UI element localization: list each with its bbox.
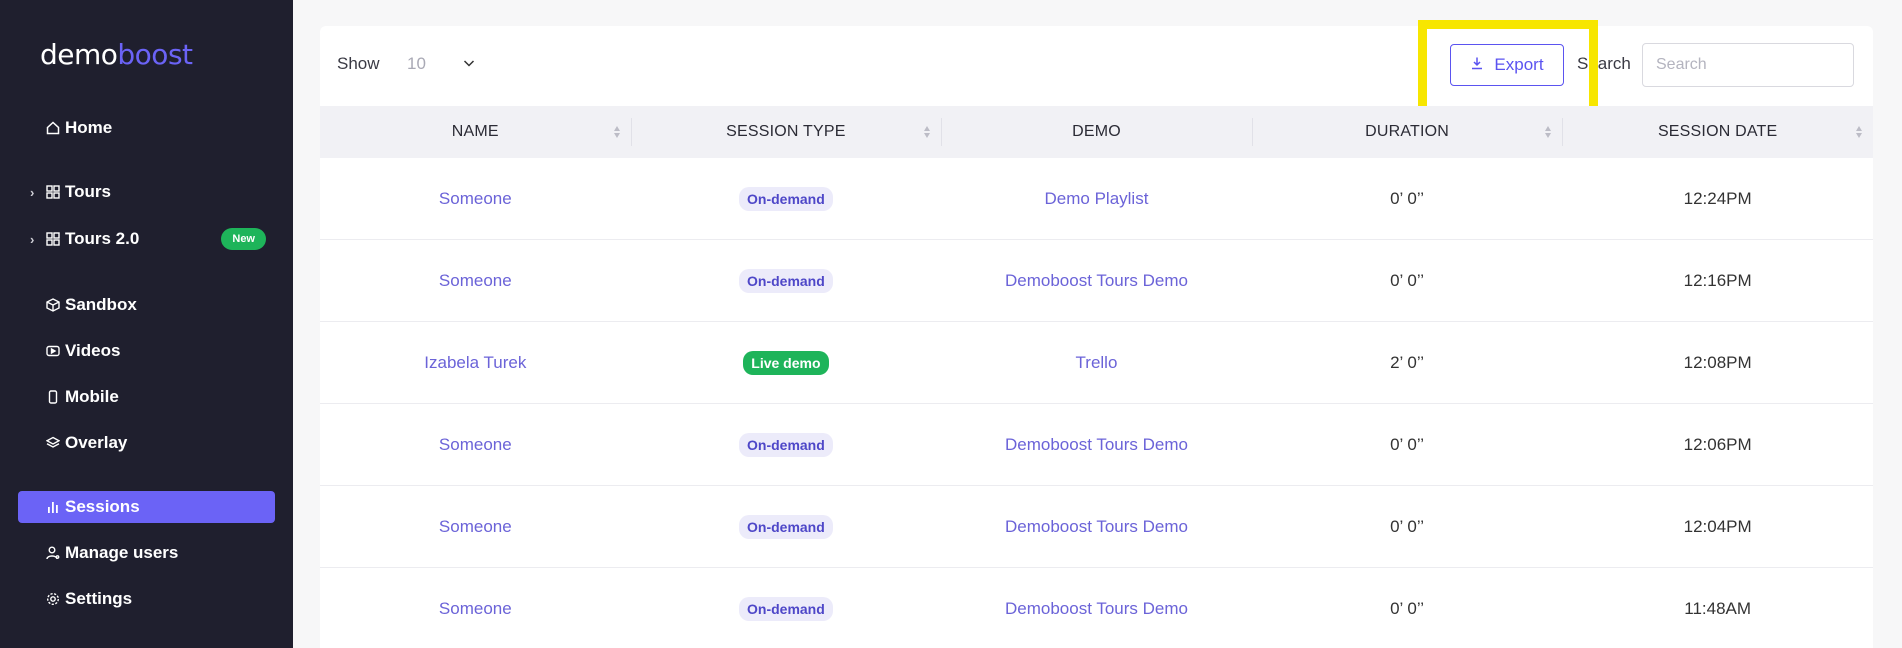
- session-date-cell: 12:24PM: [1683, 188, 1752, 208]
- session-name-link[interactable]: Someone: [320, 486, 631, 567]
- session-name-link[interactable]: Someone: [320, 568, 631, 648]
- sidebar-item-settings[interactable]: Settings: [18, 583, 275, 615]
- table-row[interactable]: Someone On-demand Demoboost Tours Demo 0…: [320, 404, 1873, 486]
- duration-cell: 0’ 0’’: [1390, 516, 1425, 536]
- column-header-demo: DEMO: [941, 106, 1252, 158]
- sidebar-item-label: Home: [65, 118, 113, 137]
- chevron-right-icon: ›: [30, 184, 35, 200]
- session-type-badge: On-demand: [739, 514, 833, 539]
- table-row[interactable]: Someone On-demand Demoboost Tours Demo 0…: [320, 486, 1873, 568]
- session-name-link[interactable]: Izabela Turek: [320, 322, 631, 403]
- table-row[interactable]: Someone On-demand Demo Playlist 0’ 0’’ 1…: [320, 158, 1873, 240]
- demo-link[interactable]: Demoboost Tours Demo: [941, 404, 1252, 485]
- demoboost-logo[interactable]: demoboost: [40, 38, 193, 71]
- cube-icon: [45, 297, 61, 313]
- table-row[interactable]: Someone On-demand Demoboost Tours Demo 0…: [320, 568, 1873, 648]
- chevron-right-icon: ›: [30, 231, 35, 247]
- sidebar-item-label: Manage users: [65, 543, 179, 562]
- session-date-cell: 11:48AM: [1684, 598, 1752, 618]
- search-input[interactable]: [1642, 43, 1854, 87]
- duration-cell: 0’ 0’’: [1390, 270, 1425, 290]
- bar-chart-icon: [45, 499, 61, 515]
- session-name-link[interactable]: Someone: [320, 158, 631, 239]
- sidebar-item-sessions[interactable]: Sessions: [18, 491, 275, 523]
- table-row[interactable]: Izabela Turek Live demo Trello 2’ 0’’ 12…: [320, 322, 1873, 404]
- sidebar-item-label: Tours 2.0: [65, 229, 140, 248]
- duration-cell: 0’ 0’’: [1390, 188, 1425, 208]
- demo-link[interactable]: Demoboost Tours Demo: [941, 568, 1252, 648]
- table-header: NAME SESSION TYPE DEMO DURATION SESSION …: [320, 106, 1873, 158]
- session-date-cell: 12:16PM: [1683, 270, 1752, 290]
- demo-link[interactable]: Demoboost Tours Demo: [941, 240, 1252, 321]
- home-icon: [45, 120, 61, 136]
- sidebar-item-label: Sandbox: [65, 295, 137, 314]
- sessions-card: Show 10 Export Search NAME SESSION TYPE …: [320, 20, 1873, 648]
- session-type-badge: Live demo: [743, 350, 829, 375]
- grid-icon: [45, 231, 61, 247]
- duration-cell: 2’ 0’’: [1390, 352, 1425, 372]
- session-date-cell: 12:04PM: [1683, 516, 1752, 536]
- session-name-link[interactable]: Someone: [320, 240, 631, 321]
- session-type-badge: On-demand: [739, 186, 833, 211]
- sidebar-item-label: Mobile: [65, 387, 119, 406]
- sidebar-item-tours-2[interactable]: › Tours 2.0 New: [18, 223, 275, 255]
- mobile-icon: [45, 389, 61, 405]
- layers-icon: [45, 435, 61, 451]
- column-header-duration[interactable]: DURATION: [1251, 106, 1563, 158]
- sidebar-item-overlay[interactable]: Overlay: [18, 427, 275, 459]
- show-label: Show: [337, 54, 380, 73]
- sidebar-item-sandbox[interactable]: Sandbox: [18, 289, 275, 321]
- sort-icon[interactable]: [1855, 123, 1863, 141]
- gear-icon: [45, 591, 61, 607]
- duration-cell: 0’ 0’’: [1390, 434, 1425, 454]
- column-header-session-type[interactable]: SESSION TYPE: [630, 106, 942, 158]
- chevron-down-icon: [462, 55, 476, 75]
- video-icon: [45, 343, 61, 359]
- sidebar: demoboost Home › Tours › Tours 2.0 New S…: [0, 0, 293, 648]
- sort-icon[interactable]: [613, 123, 621, 141]
- sidebar-item-home[interactable]: Home: [18, 112, 275, 144]
- table-row[interactable]: Someone On-demand Demoboost Tours Demo 0…: [320, 240, 1873, 322]
- sidebar-item-manage-users[interactable]: Manage users: [18, 537, 275, 569]
- session-name-link[interactable]: Someone: [320, 404, 631, 485]
- new-badge: New: [221, 228, 266, 250]
- session-date-cell: 12:06PM: [1683, 434, 1752, 454]
- sort-icon[interactable]: [923, 123, 931, 141]
- demo-link[interactable]: Demo Playlist: [941, 158, 1252, 239]
- demo-link[interactable]: Demoboost Tours Demo: [941, 486, 1252, 567]
- demo-link[interactable]: Trello: [941, 322, 1252, 403]
- highlight-box: [1418, 20, 1598, 115]
- column-header-session-date[interactable]: SESSION DATE: [1562, 106, 1873, 158]
- page-size-value: 10: [407, 54, 426, 73]
- session-type-badge: On-demand: [739, 596, 833, 621]
- session-type-badge: On-demand: [739, 268, 833, 293]
- duration-cell: 0’ 0’’: [1390, 598, 1425, 618]
- session-date-cell: 12:08PM: [1683, 352, 1752, 372]
- sidebar-item-label: Tours: [65, 182, 111, 201]
- sidebar-item-label: Videos: [65, 341, 121, 360]
- sidebar-item-label: Overlay: [65, 433, 128, 452]
- table-body: Someone On-demand Demo Playlist 0’ 0’’ 1…: [320, 158, 1873, 648]
- user-gear-icon: [45, 545, 61, 561]
- sidebar-item-label: Settings: [65, 589, 133, 608]
- sidebar-item-tours[interactable]: › Tours: [18, 176, 275, 208]
- sort-icon[interactable]: [1544, 123, 1552, 141]
- sidebar-item-mobile[interactable]: Mobile: [18, 381, 275, 413]
- grid-icon: [45, 184, 61, 200]
- column-header-name[interactable]: NAME: [320, 106, 631, 158]
- sidebar-item-label: Sessions: [65, 497, 140, 516]
- sidebar-item-videos[interactable]: Videos: [18, 335, 275, 367]
- page-size-select[interactable]: 10: [405, 50, 485, 78]
- session-type-badge: On-demand: [739, 432, 833, 457]
